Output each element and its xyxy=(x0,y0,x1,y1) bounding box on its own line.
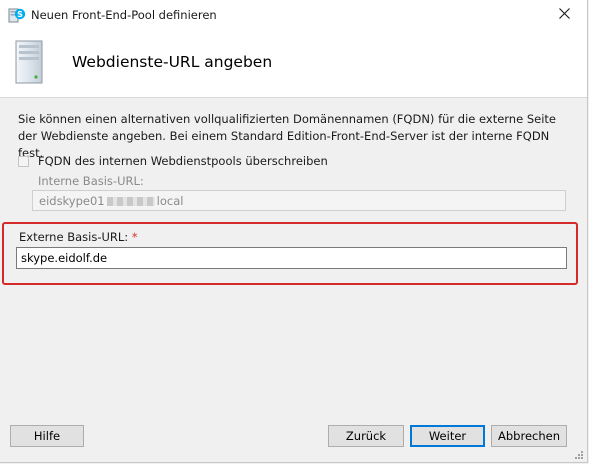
redacted-segment xyxy=(106,197,155,206)
internal-url-field: eidskype01 local xyxy=(32,190,566,211)
server-icon xyxy=(13,39,47,85)
next-button[interactable]: Weiter xyxy=(410,425,485,447)
override-fqdn-checkbox[interactable] xyxy=(18,155,29,167)
external-url-label: Externe Basis-URL: * xyxy=(19,230,138,244)
required-marker: * xyxy=(131,230,138,244)
internal-url-prefix: eidskype01 xyxy=(39,194,105,208)
close-icon xyxy=(558,8,570,22)
back-button[interactable]: Zurück xyxy=(328,425,404,447)
help-button[interactable]: Hilfe xyxy=(10,425,84,447)
close-button[interactable] xyxy=(541,0,587,30)
title-bar: S Neuen Front-End-Pool definieren xyxy=(0,0,587,30)
skype-server-icon: S xyxy=(8,6,26,24)
external-url-label-text: Externe Basis-URL: xyxy=(19,230,129,244)
override-fqdn-label: FQDN des internen Webdienstpools übersch… xyxy=(38,154,328,168)
window-title: Neuen Front-End-Pool definieren xyxy=(31,8,217,22)
override-fqdn-row: FQDN des internen Webdienstpools übersch… xyxy=(18,153,328,169)
external-url-input[interactable] xyxy=(16,247,567,269)
cancel-button[interactable]: Abbrechen xyxy=(491,425,567,447)
internal-url-suffix: local xyxy=(156,194,184,208)
resize-grip-icon[interactable] xyxy=(574,449,584,459)
wizard-header: Webdienste-URL angeben xyxy=(0,30,587,98)
page-title: Webdienste-URL angeben xyxy=(72,53,273,71)
internal-url-label: Interne Basis-URL: xyxy=(38,174,144,188)
svg-text:S: S xyxy=(17,10,23,19)
dialog-window: S Neuen Front-End-Pool definieren Webdie… xyxy=(0,0,588,463)
